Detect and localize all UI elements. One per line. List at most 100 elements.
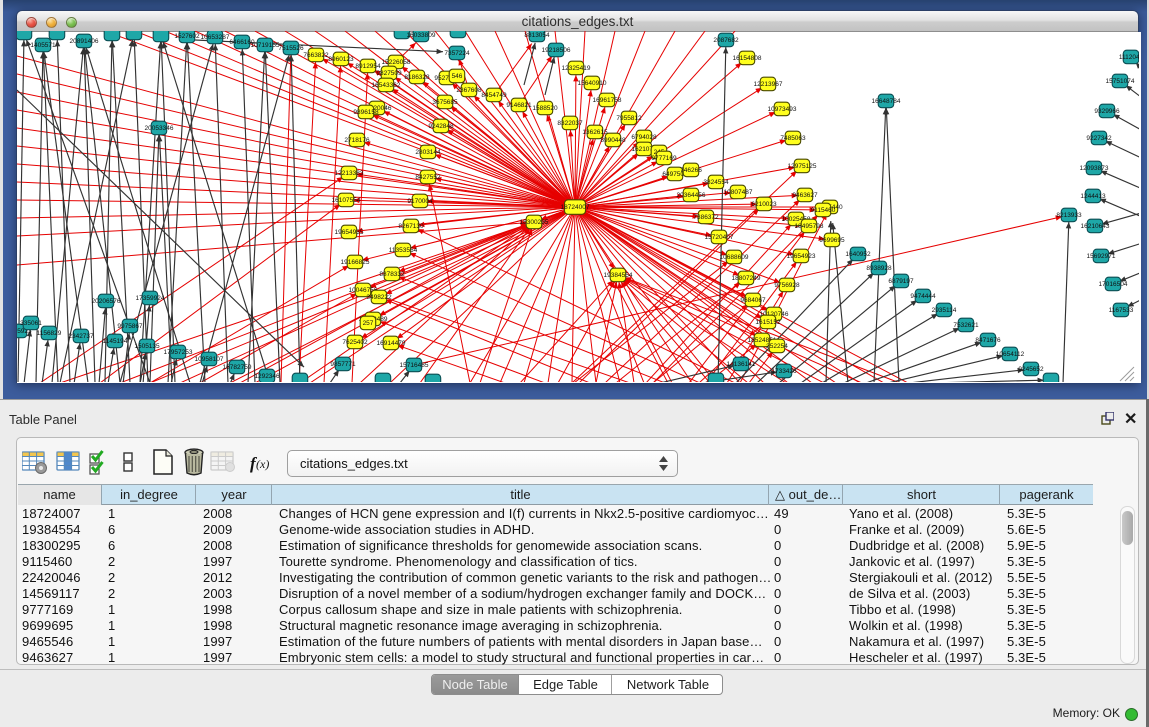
svg-text:335061: 335061 (20, 320, 42, 327)
svg-text:16107554: 16107554 (332, 197, 361, 204)
svg-text:3498222: 3498222 (366, 294, 392, 301)
svg-text:8990448: 8990448 (600, 137, 626, 144)
svg-text:20053346: 20053346 (145, 125, 174, 132)
svg-text:2367608: 2367608 (456, 87, 482, 94)
svg-text:8186328: 8186328 (404, 74, 430, 81)
svg-text:17359924: 17359924 (136, 295, 165, 302)
svg-text:9827509: 9827509 (376, 70, 402, 77)
svg-text:9245652: 9245652 (1018, 366, 1044, 373)
svg-text:16543362: 16543362 (372, 82, 401, 89)
svg-text:17016504: 17016504 (1099, 281, 1128, 288)
svg-text:2803144: 2803144 (415, 149, 441, 156)
svg-text:1244413: 1244413 (1080, 193, 1106, 200)
svg-text:9474444: 9474444 (910, 293, 936, 300)
svg-text:8427552: 8427552 (415, 174, 441, 181)
svg-text:1733426: 1733426 (771, 368, 797, 375)
svg-text:19166825: 19166825 (341, 259, 370, 266)
svg-text:14136141: 14136141 (727, 361, 756, 368)
svg-text:257: 257 (363, 320, 374, 327)
svg-text:7485063: 7485063 (780, 135, 806, 142)
svg-text:18300295: 18300295 (520, 219, 549, 226)
svg-text:(x): (x) (256, 457, 269, 471)
svg-text:8912954: 8912954 (355, 63, 381, 70)
svg-text:16782759: 16782759 (223, 364, 252, 371)
svg-text:6210023: 6210023 (751, 201, 777, 208)
svg-text:10653287: 10653287 (201, 34, 230, 41)
svg-text:8960123: 8960123 (328, 56, 354, 63)
svg-text:1362615: 1362615 (582, 129, 608, 136)
svg-text:12325419: 12325419 (562, 65, 591, 72)
svg-text:8813054: 8813054 (524, 32, 550, 39)
svg-text:16914479: 16914479 (377, 340, 406, 347)
svg-text:7532621: 7532621 (953, 322, 979, 329)
svg-text:546: 546 (452, 73, 463, 80)
svg-text:8454749: 8454749 (481, 92, 507, 99)
svg-text:18495798: 18495798 (795, 223, 824, 230)
svg-text:15226058: 15226058 (382, 59, 411, 66)
svg-text:746266: 746266 (680, 167, 702, 174)
svg-text:20364456: 20364456 (677, 192, 706, 199)
svg-text:15751074: 15751074 (1106, 78, 1135, 85)
svg-text:15716485: 15716485 (400, 362, 429, 369)
svg-text:1112045: 1112045 (1119, 54, 1144, 61)
svg-text:12213967: 12213967 (754, 81, 783, 88)
svg-text:1588520: 1588520 (532, 105, 558, 112)
svg-text:11353554: 11353554 (389, 247, 418, 254)
svg-text:16154808: 16154808 (733, 55, 762, 62)
svg-text:10688609: 10688609 (720, 254, 749, 261)
svg-text:17957253: 17957253 (164, 349, 193, 356)
svg-text:2718176: 2718176 (344, 137, 370, 144)
svg-text:7515526: 7515526 (278, 45, 304, 52)
svg-text:20891406: 20891406 (70, 38, 99, 45)
svg-text:2935114: 2935114 (932, 307, 957, 314)
svg-text:7955812: 7955812 (616, 115, 642, 122)
svg-text:1145194: 1145194 (103, 338, 128, 345)
svg-text:6879197: 6879197 (888, 278, 914, 285)
svg-text:9146821: 9146821 (506, 102, 532, 109)
svg-text:10958107: 10958107 (195, 356, 224, 363)
svg-text:9170004: 9170004 (407, 198, 433, 205)
svg-text:2342737: 2342737 (68, 333, 94, 340)
svg-text:7357224: 7357224 (444, 50, 470, 57)
svg-text:3675685: 3675685 (432, 99, 458, 106)
svg-text:9115460: 9115460 (811, 207, 836, 214)
svg-text:9975867: 9975867 (117, 323, 143, 330)
svg-text:19218506: 19218506 (542, 47, 571, 54)
svg-text:9756928: 9756928 (774, 282, 800, 289)
svg-text:1156829: 1156829 (37, 330, 62, 337)
svg-text:1505135: 1505135 (134, 343, 160, 350)
svg-text:2087682: 2087682 (713, 37, 739, 44)
svg-text:7386372: 7386372 (693, 214, 719, 221)
svg-text:8267130: 8267130 (398, 223, 424, 230)
svg-text:8938928: 8938928 (866, 265, 892, 272)
svg-text:8322037: 8322037 (557, 120, 583, 127)
svg-text:9857771: 9857771 (330, 361, 356, 368)
svg-text:16210643: 16210643 (1081, 223, 1110, 230)
svg-text:19384554: 19384554 (604, 272, 633, 279)
svg-text:12093873: 12093873 (1080, 165, 1109, 172)
svg-text:1292346: 1292346 (254, 373, 280, 380)
svg-text:12975125: 12975125 (788, 163, 817, 170)
svg-text:1167533: 1167533 (1109, 307, 1134, 314)
svg-text:1615152: 1615152 (755, 319, 781, 326)
svg-text:10973493: 10973493 (768, 106, 797, 113)
svg-text:8213933: 8213933 (1056, 212, 1082, 219)
svg-text:16033809: 16033809 (407, 32, 436, 39)
svg-text:9684067: 9684067 (740, 297, 766, 304)
svg-text:10807487: 10807487 (724, 189, 753, 196)
svg-text:9463627: 9463627 (792, 192, 818, 199)
svg-text:9329966: 9329966 (1094, 108, 1120, 115)
svg-text:16648784: 16648784 (872, 98, 901, 105)
svg-text:9242848: 9242848 (428, 123, 454, 130)
svg-text:10654112: 10654112 (996, 351, 1025, 358)
svg-text:12213383: 12213383 (335, 170, 364, 177)
svg-text:9896158: 9896158 (353, 109, 379, 116)
svg-text:15720407: 15720407 (705, 234, 734, 241)
svg-text:1527602: 1527602 (174, 33, 200, 40)
svg-text:1640952: 1640952 (845, 251, 871, 258)
svg-text:15692971: 15692971 (1087, 253, 1116, 260)
svg-text:18724007: 18724007 (561, 204, 590, 211)
svg-text:1405571: 1405571 (30, 42, 56, 49)
svg-text:7663822: 7663822 (303, 52, 329, 59)
svg-text:6794028: 6794028 (631, 134, 657, 141)
